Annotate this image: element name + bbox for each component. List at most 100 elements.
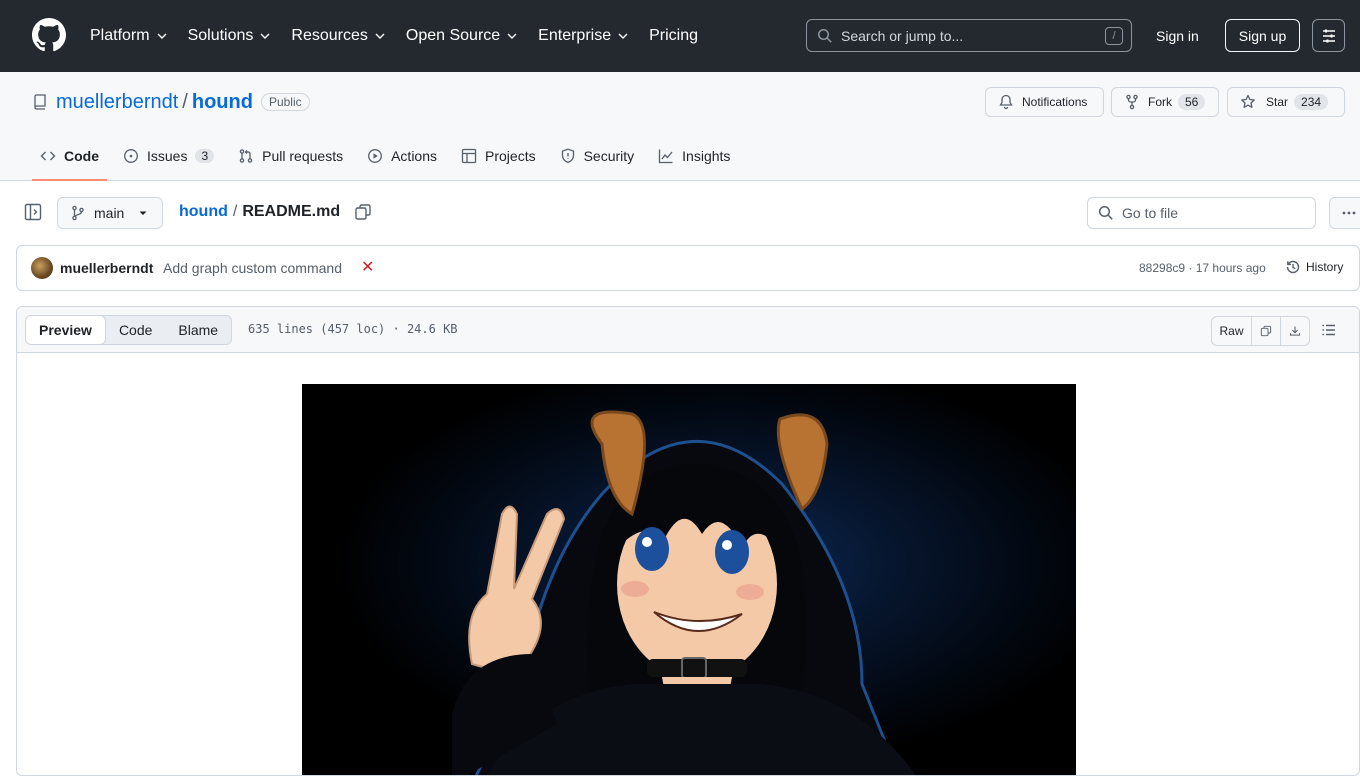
star-count: 234: [1294, 94, 1329, 110]
file-viewer-header: Preview Code Blame 635 lines (457 loc) ·…: [17, 307, 1359, 353]
repo-header: muellerberndt / hound Public Notificatio…: [0, 72, 1360, 181]
nav-label: Pricing: [649, 27, 698, 44]
tab-preview[interactable]: Preview: [26, 316, 106, 344]
breadcrumb-repo-link[interactable]: hound: [179, 203, 228, 221]
nav-platform[interactable]: Platform: [80, 16, 178, 56]
commit-message-link[interactable]: Add graph custom command: [163, 260, 342, 276]
menu-button[interactable]: [1312, 19, 1345, 52]
sign-in-link[interactable]: Sign in: [1146, 20, 1209, 51]
notifications-label: Notifications: [1022, 95, 1088, 109]
github-logo-icon[interactable]: [32, 18, 66, 52]
go-to-file-placeholder: Go to file: [1122, 205, 1179, 221]
history-label: History: [1306, 260, 1344, 274]
global-search-input[interactable]: Search or jump to... /: [806, 19, 1132, 52]
view-mode-segmented-control: Preview Code Blame: [25, 315, 233, 345]
tab-label: Pull requests: [262, 148, 344, 164]
repo-title-separator: /: [182, 90, 188, 113]
repo-tabs: Code Issues 3 Pull requests Actions Proj…: [32, 138, 746, 181]
fork-button[interactable]: Fork 56: [1111, 87, 1219, 117]
repo-title: muellerberndt / hound Public: [32, 90, 310, 114]
tab-label: Projects: [485, 148, 536, 164]
tab-label: Code: [64, 148, 99, 164]
avatar[interactable]: [31, 257, 53, 279]
play-icon: [368, 149, 383, 163]
breadcrumb-file-name: README.md: [242, 203, 341, 220]
nav-open-source[interactable]: Open Source: [396, 16, 528, 56]
file-info: 635 lines (457 loc) · 24.6 KB: [248, 322, 458, 336]
more-options-button[interactable]: [1329, 197, 1360, 229]
chevron-down-icon: [507, 33, 517, 39]
outline-list-icon[interactable]: [1321, 322, 1337, 338]
nav-label: Platform: [90, 27, 150, 44]
fork-label: Fork: [1148, 95, 1172, 109]
caret-down-icon: [139, 211, 147, 215]
branch-selector[interactable]: main: [57, 197, 163, 229]
tab-code[interactable]: Code: [32, 138, 107, 181]
graph-icon: [659, 149, 673, 164]
chevron-down-icon: [375, 33, 385, 39]
download-icon: [1289, 326, 1301, 336]
star-icon: [1241, 94, 1255, 108]
bell-icon: [999, 94, 1013, 110]
go-to-file-input[interactable]: Go to file: [1087, 197, 1316, 229]
nav-resources[interactable]: Resources: [281, 16, 395, 56]
history-icon: [1286, 260, 1300, 274]
table-icon: [461, 148, 477, 164]
star-label: Star: [1266, 95, 1289, 109]
raw-button[interactable]: Raw: [1212, 317, 1252, 345]
tab-projects[interactable]: Projects: [453, 138, 544, 174]
tab-issues[interactable]: Issues 3: [115, 138, 222, 174]
star-button[interactable]: Star 234: [1227, 87, 1345, 117]
notifications-button[interactable]: Notifications: [985, 87, 1104, 117]
nav-pricing[interactable]: Pricing: [639, 16, 708, 56]
tab-label: Security: [583, 148, 635, 164]
chevron-down-icon: [157, 33, 167, 39]
commit-meta[interactable]: 88298c9 · 17 hours ago: [1139, 261, 1266, 275]
issue-icon: [124, 149, 138, 163]
breadcrumb-separator: /: [232, 203, 238, 220]
nav-solutions[interactable]: Solutions: [178, 16, 282, 56]
tab-blame[interactable]: Blame: [165, 316, 231, 344]
copy-icon[interactable]: [354, 203, 372, 221]
check-failed-icon[interactable]: ✕: [361, 260, 374, 276]
file-viewer: Preview Code Blame 635 lines (457 loc) ·…: [16, 306, 1360, 776]
code-icon: [40, 151, 56, 161]
branch-icon: [72, 205, 84, 221]
history-button[interactable]: History: [1285, 259, 1343, 275]
nav-label: Solutions: [187, 27, 254, 44]
sign-up-button[interactable]: Sign up: [1225, 19, 1300, 52]
tab-code-view[interactable]: Code: [106, 316, 165, 344]
tab-security[interactable]: Security: [552, 138, 643, 174]
nav-label: Resources: [291, 27, 368, 44]
raw-actions-group: Raw: [1211, 316, 1310, 346]
chevron-down-icon: [618, 33, 628, 39]
repo-owner-link[interactable]: muellerberndt: [56, 91, 178, 114]
download-button[interactable]: [1281, 317, 1309, 345]
search-shortcut-hint: /: [1105, 27, 1123, 45]
copy-icon: [1260, 325, 1272, 337]
nav-label: Enterprise: [538, 27, 612, 44]
commit-author-link[interactable]: muellerberndt: [60, 260, 153, 276]
tab-label: Actions: [391, 148, 438, 164]
pull-request-icon: [239, 149, 253, 163]
tab-insights[interactable]: Insights: [650, 138, 738, 174]
repo-name-link[interactable]: hound: [192, 91, 253, 114]
issues-count: 3: [195, 149, 215, 163]
global-nav: Platform Solutions Resources Open Source…: [80, 0, 708, 72]
shield-icon: [561, 148, 574, 164]
readme-banner-image: [302, 384, 1076, 775]
global-header: Platform Solutions Resources Open Source…: [0, 0, 1360, 72]
repo-icon: [34, 94, 46, 110]
fork-count: 56: [1178, 94, 1206, 110]
nav-label: Open Source: [405, 27, 501, 44]
latest-commit-bar: muellerberndt Add graph custom command ✕…: [16, 245, 1360, 291]
tab-pull-requests[interactable]: Pull requests: [230, 138, 351, 174]
sliders-icon: [1322, 29, 1335, 42]
sidebar-toggle-icon[interactable]: [24, 203, 42, 221]
copy-raw-button[interactable]: [1252, 317, 1281, 345]
nav-enterprise[interactable]: Enterprise: [528, 16, 639, 56]
chevron-down-icon: [260, 33, 270, 39]
tab-label: Issues: [147, 148, 188, 164]
branch-name: main: [94, 205, 125, 221]
tab-actions[interactable]: Actions: [359, 138, 445, 174]
